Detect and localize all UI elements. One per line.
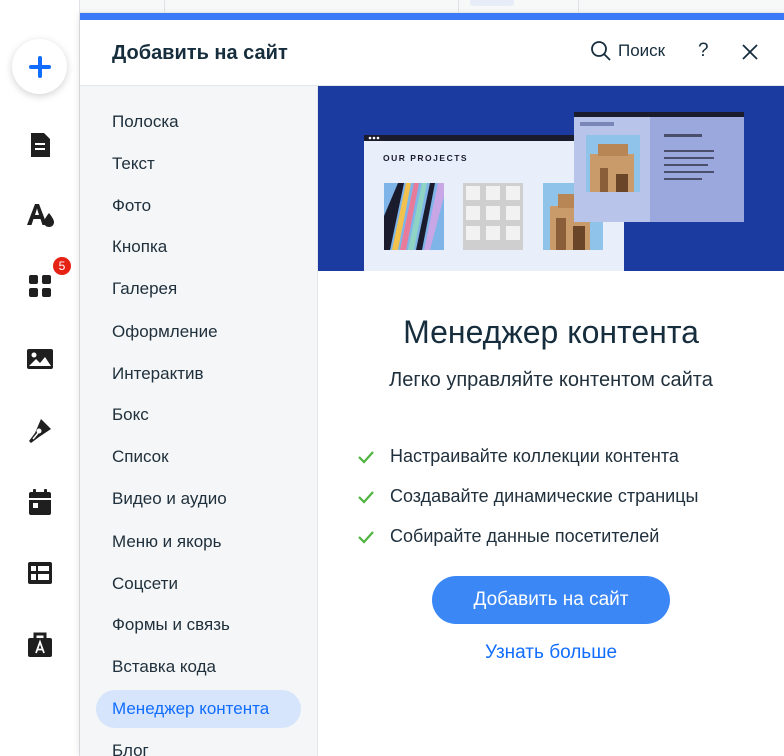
- check-icon: [358, 530, 374, 544]
- add-elements-button[interactable]: [12, 39, 67, 94]
- category-item-gallery[interactable]: Галерея: [96, 270, 301, 308]
- plus-icon: [28, 55, 51, 78]
- table-icon: [28, 562, 52, 584]
- media-button[interactable]: [22, 341, 58, 377]
- category-item-list[interactable]: Список: [96, 438, 301, 476]
- page-icon: [31, 133, 50, 157]
- category-item-decorative[interactable]: Оформление: [96, 313, 301, 351]
- apps-notification-badge: 5: [51, 255, 73, 277]
- feature-subtitle: Легко управляйте контентом сайта: [389, 369, 713, 391]
- portfolio-button[interactable]: [22, 626, 58, 662]
- category-item-strip[interactable]: Полоска: [96, 103, 301, 141]
- media-icon: [27, 349, 53, 369]
- blog-button[interactable]: [22, 413, 58, 449]
- category-list: Полоска Текст Фото Кнопка Галерея Оформл…: [80, 86, 318, 756]
- close-icon[interactable]: [740, 42, 760, 62]
- add-panel: Добавить на сайт Поиск ? Полоска Текст Ф…: [80, 13, 784, 756]
- category-item-photo[interactable]: Фото: [96, 187, 301, 225]
- check-icon: [358, 490, 374, 504]
- cms-button[interactable]: [22, 555, 58, 591]
- feature-item: Создавайте динамические страницы: [358, 486, 698, 507]
- add-to-site-button[interactable]: Добавить на сайт: [432, 576, 670, 624]
- theme-icon: [27, 204, 54, 227]
- hero-graphic: OUR PROJECTS: [364, 112, 744, 271]
- check-icon: [358, 450, 374, 464]
- category-item-content-manager[interactable]: Менеджер контента: [96, 690, 301, 728]
- category-item-text[interactable]: Текст: [96, 145, 301, 183]
- top-toolbar-strip: [80, 0, 784, 13]
- feature-text: Настраивайте коллекции контента: [390, 446, 679, 466]
- category-item-menu-anchor[interactable]: Меню и якорь: [96, 523, 301, 561]
- feature-text: Собирайте данные посетителей: [390, 526, 660, 546]
- panel-header: Добавить на сайт Поиск ?: [80, 20, 784, 86]
- learn-more-link[interactable]: Узнать больше: [318, 642, 784, 664]
- left-rail: 5: [0, 0, 80, 756]
- category-item-embed-code[interactable]: Вставка кода: [96, 648, 301, 686]
- pages-button[interactable]: [22, 127, 58, 163]
- bookings-button[interactable]: [22, 484, 58, 520]
- category-item-box[interactable]: Бокс: [96, 396, 301, 434]
- toolbar-tab[interactable]: [470, 0, 514, 6]
- apps-button[interactable]: [22, 268, 58, 304]
- search-button[interactable]: Поиск: [590, 40, 665, 62]
- feature-item: Собирайте данные посетителей: [358, 526, 659, 547]
- help-button[interactable]: ?: [698, 40, 709, 62]
- hero-label: OUR PROJECTS: [383, 153, 468, 163]
- category-item-video-audio[interactable]: Видео и аудио: [96, 480, 301, 518]
- search-label: Поиск: [618, 41, 666, 60]
- content-pane: OUR PROJECTS Менеджер контента Легко упр…: [318, 86, 784, 756]
- feature-text: Создавайте динамические страницы: [390, 486, 699, 506]
- feature-item: Настраивайте коллекции контента: [358, 446, 679, 467]
- category-item-social[interactable]: Соцсети: [96, 565, 301, 603]
- feature-title: Менеджер контента: [403, 314, 699, 350]
- category-item-interactive[interactable]: Интерактив: [96, 355, 301, 393]
- apps-icon: [29, 275, 51, 297]
- panel-title: Добавить на сайт: [112, 42, 288, 64]
- calendar-icon: [29, 489, 51, 515]
- category-item-button[interactable]: Кнопка: [96, 228, 301, 266]
- category-item-forms[interactable]: Формы и связь: [96, 606, 301, 644]
- category-item-blog[interactable]: Блог: [96, 732, 301, 756]
- theme-button[interactable]: [22, 197, 58, 233]
- portfolio-icon: [28, 632, 52, 657]
- hero-illustration: OUR PROJECTS: [318, 86, 784, 271]
- pen-icon: [29, 419, 51, 443]
- search-icon: [591, 41, 611, 61]
